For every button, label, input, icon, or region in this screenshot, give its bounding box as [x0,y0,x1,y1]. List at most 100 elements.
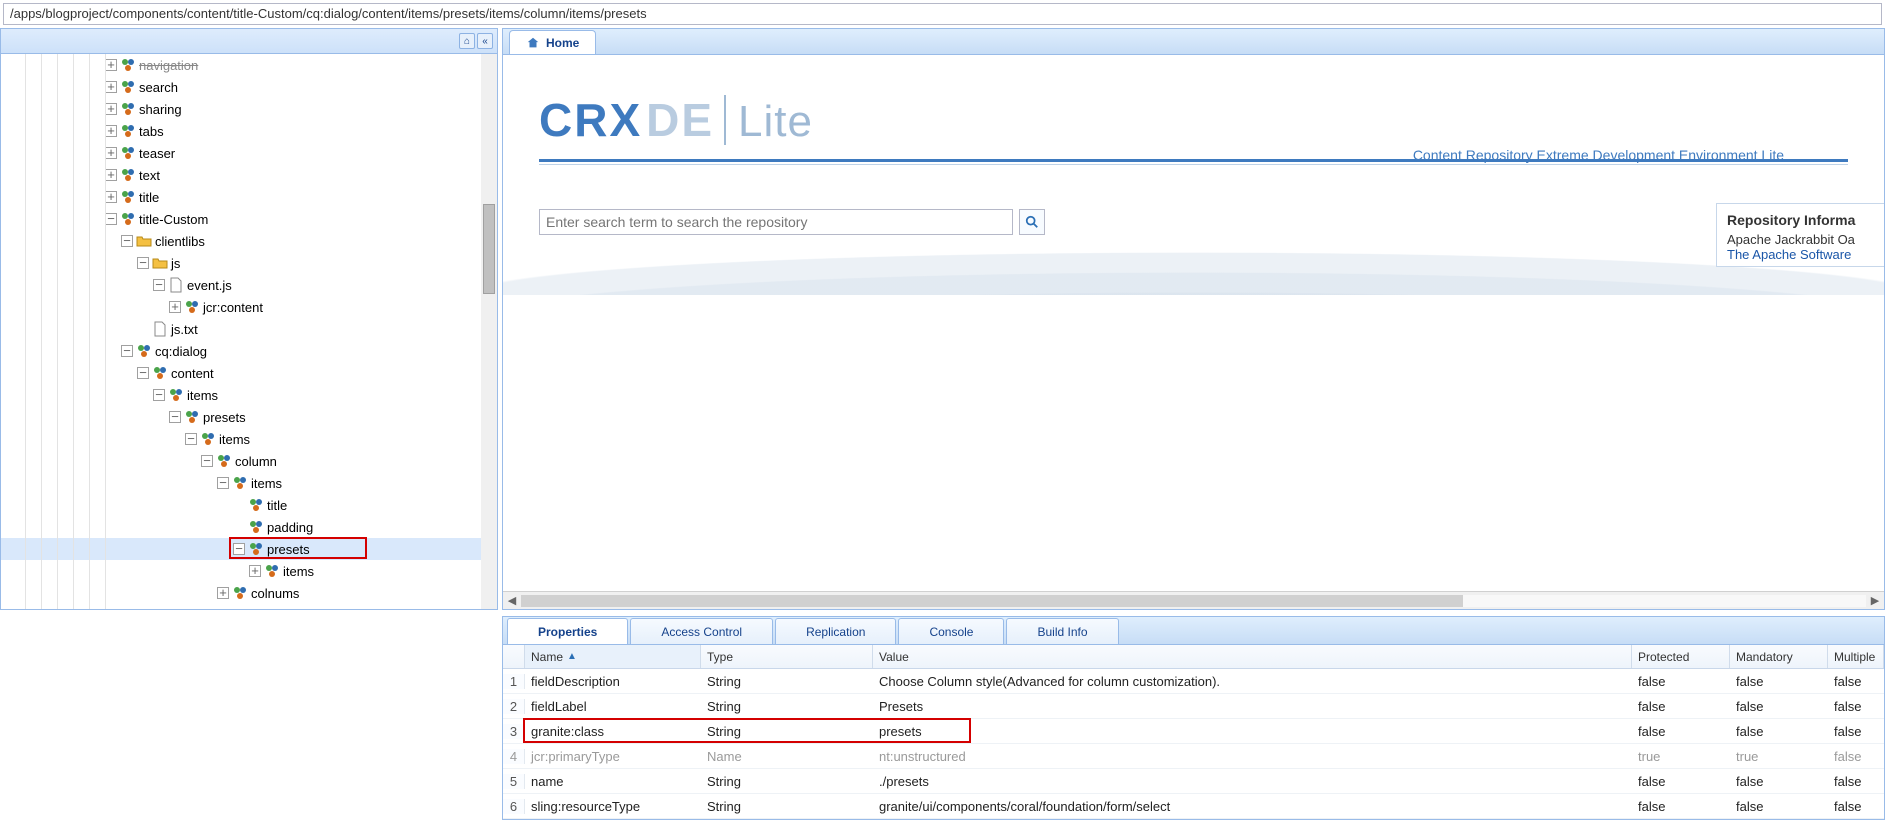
collapse-icon[interactable] [153,389,165,401]
grid-row[interactable]: 6sling:resourceTypeStringgranite/ui/comp… [503,794,1884,819]
tree-node-search[interactable]: search [1,76,497,98]
search-button[interactable] [1019,209,1045,235]
prop-value: nt:unstructured [873,749,1632,764]
grid-header-mandatory[interactable]: Mandatory [1730,645,1828,668]
scrollbar-thumb[interactable] [483,204,495,294]
tree-node-tabs[interactable]: tabs [1,120,497,142]
tree-node-items[interactable]: items [1,472,497,494]
tree-node-padding[interactable]: padding [1,516,497,538]
grid-header-multiple[interactable]: Multiple [1828,645,1884,668]
expand-icon[interactable] [169,301,181,313]
prop-protected: false [1632,799,1730,814]
tree-node-navigation[interactable]: navigation [1,54,497,76]
grid-header-value[interactable]: Value [873,645,1632,668]
tree-tool-icon[interactable]: ⌂ [459,33,475,49]
tab-build-info[interactable]: Build Info [1006,618,1118,644]
tree-node-jcr-content[interactable]: jcr:content [1,296,497,318]
tab-properties[interactable]: Properties [507,618,628,644]
toggle-spacer [233,521,245,533]
tree-node-column[interactable]: column [1,450,497,472]
tab-console[interactable]: Console [898,618,1004,644]
grid-header-mandatory-label: Mandatory [1736,650,1793,664]
prop-type: String [701,799,873,814]
expand-icon[interactable] [105,103,117,115]
collapse-icon[interactable] [153,279,165,291]
tab-replication[interactable]: Replication [775,618,896,644]
tree-node-title[interactable]: title [1,186,497,208]
collapse-icon[interactable] [185,433,197,445]
tree-node-event-js[interactable]: event.js [1,274,497,296]
tree-node-label: jcr:content [203,300,263,315]
collapse-icon[interactable] [201,455,213,467]
expand-icon[interactable] [105,191,117,203]
hscroll-left-arrow[interactable]: ◀ [503,594,521,607]
collapse-icon[interactable] [137,257,149,269]
expand-icon[interactable] [217,587,229,599]
expand-icon[interactable] [249,565,261,577]
tree-node-title[interactable]: title [1,494,497,516]
tree-node-items[interactable]: items [1,428,497,450]
path-input[interactable]: /apps/blogproject/components/content/tit… [3,3,1882,25]
expand-icon[interactable] [105,81,117,93]
grid-row[interactable]: 5nameString./presetsfalsefalsefalse [503,769,1884,794]
tree-node-cq-dialog[interactable]: cq:dialog [1,340,497,362]
collapse-icon[interactable] [121,235,133,247]
tree-node-title-Custom[interactable]: title-Custom [1,208,497,230]
tree-body[interactable]: navigationsearchsharingtabsteasertexttit… [1,54,497,609]
collapse-icon[interactable] [169,411,181,423]
grid-header-name[interactable]: Name ▲ [525,645,701,668]
hscroll-right-arrow[interactable]: ▶ [1866,594,1884,607]
collapse-icon[interactable] [217,477,229,489]
tree-node-text[interactable]: text [1,164,497,186]
prop-type: Name [701,749,873,764]
tree-node-presets[interactable]: presets [1,406,497,428]
tab-access-control[interactable]: Access Control [630,618,773,644]
grid-row[interactable]: 4jcr:primaryTypeNament:unstructuredtruet… [503,744,1884,769]
tree-node-items[interactable]: items [1,384,497,406]
grid-header-type[interactable]: Type [701,645,873,668]
prop-multiple: false [1828,749,1884,764]
grid-header-protected[interactable]: Protected [1632,645,1730,668]
prop-name: jcr:primaryType [525,749,701,764]
grid-row[interactable]: 3granite:classStringpresetsfalsefalsefal… [503,719,1884,744]
tree-node-presets[interactable]: presets [1,538,497,560]
tree-scrollbar[interactable] [481,54,497,609]
grid-row[interactable]: 1fieldDescriptionStringChoose Column sty… [503,669,1884,694]
collapse-icon[interactable] [137,367,149,379]
content-hscrollbar[interactable]: ◀ ▶ [503,591,1884,609]
tree-node-label: title [267,498,287,513]
tree-node-label: js [171,256,180,271]
expand-icon[interactable] [105,59,117,71]
tree-node-items[interactable]: items [1,560,497,582]
collapse-icon[interactable] [105,213,117,225]
tree-node-label: colnums [251,586,299,601]
tree-node-colnums[interactable]: colnums [1,582,497,604]
collapse-icon[interactable] [233,543,245,555]
tagline: Content Repository Extreme Development E… [1413,147,1784,163]
tree-node-clientlibs[interactable]: clientlibs [1,230,497,252]
grid-row[interactable]: 2fieldLabelStringPresetsfalsefalsefalse [503,694,1884,719]
prop-protected: true [1632,749,1730,764]
search-input[interactable] [539,209,1013,235]
expand-icon[interactable] [105,169,117,181]
tree-node-label: clientlibs [155,234,205,249]
prop-mandatory: true [1730,749,1828,764]
collapse-panel-icon[interactable]: « [477,33,493,49]
tree-node-content[interactable]: content [1,362,497,384]
prop-type: String [701,699,873,714]
expand-icon[interactable] [105,147,117,159]
comp-icon [120,189,136,205]
tree-node-js[interactable]: js [1,252,497,274]
expand-icon[interactable] [105,125,117,137]
tree-node-js-txt[interactable]: js.txt [1,318,497,340]
tab-home[interactable]: Home [509,30,596,54]
comp-icon [216,453,232,469]
hscroll-thumb[interactable] [521,595,1463,607]
row-number: 4 [503,749,525,764]
repo-info-link[interactable]: The Apache Software [1727,247,1877,262]
prop-value: Choose Column style(Advanced for column … [873,674,1632,689]
grid-header-name-label: Name [531,650,563,664]
collapse-icon[interactable] [121,345,133,357]
tree-node-teaser[interactable]: teaser [1,142,497,164]
tree-node-sharing[interactable]: sharing [1,98,497,120]
